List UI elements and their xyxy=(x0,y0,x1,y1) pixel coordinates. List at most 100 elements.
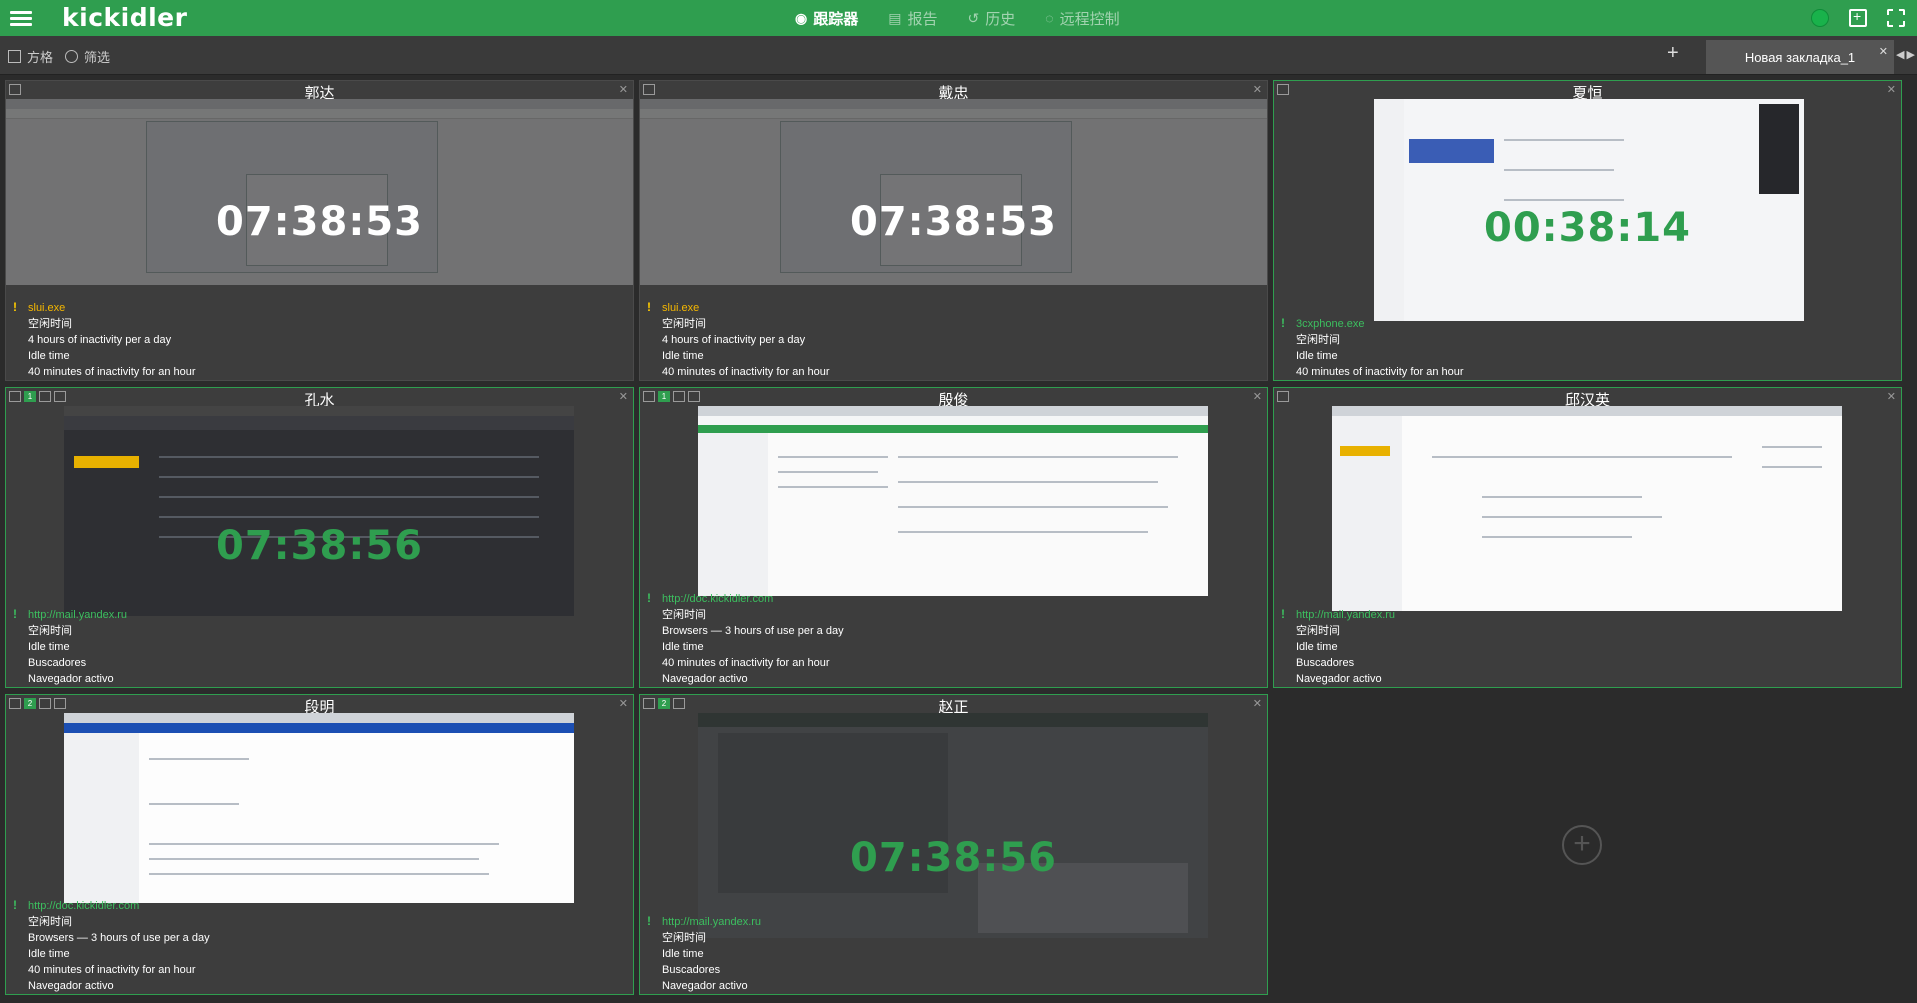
tab-label: Новая закладка_1 xyxy=(1744,49,1856,65)
info-line: 40 minutes of inactivity for an hour xyxy=(1296,366,1464,378)
activity-info: ! http://mail.yandex.ru 空闲时间 Idle time B… xyxy=(1274,607,1901,687)
tile-header: 郭达 ✕ xyxy=(6,81,633,102)
close-icon[interactable]: ✕ xyxy=(1887,83,1896,96)
nav-remote-control[interactable]: ◌ 远程控制 xyxy=(1045,8,1119,29)
info-line: 空闲时间 xyxy=(28,318,72,330)
close-icon[interactable]: ✕ xyxy=(1879,45,1888,58)
screen-thumbnail xyxy=(698,406,1208,596)
info-line: Browsers — 3 hours of use per a day xyxy=(28,932,210,944)
info-line: Buscadores xyxy=(662,964,721,976)
new-window-icon[interactable] xyxy=(1849,8,1867,27)
nav-tracker-label: 跟踪器 xyxy=(813,10,859,28)
info-line: Idle time xyxy=(1296,641,1338,653)
screen-thumbnail xyxy=(64,713,574,903)
eye-icon: ◉ xyxy=(795,9,808,26)
close-icon[interactable]: ✕ xyxy=(1887,390,1896,403)
session-time: 07:38:56 xyxy=(850,835,1057,881)
employee-tile[interactable]: 2 段明 ✕ ! http://doc.kickidler.com 空闲时间 B… xyxy=(5,694,634,995)
activity-info: ! slui.exe 空闲时间 4 hours of inactivity pe… xyxy=(640,300,1267,380)
info-line: Idle time xyxy=(662,948,704,960)
info-line: 4 hours of inactivity per a day xyxy=(662,334,806,346)
status-indicator xyxy=(1811,9,1829,27)
close-icon[interactable]: ✕ xyxy=(619,697,628,710)
info-line: Idle time xyxy=(28,350,70,362)
warning-icon: ! xyxy=(647,914,651,928)
tile-header: 夏恒 ✕ xyxy=(1274,81,1901,102)
info-line: 空闲时间 xyxy=(1296,334,1340,346)
info-line: Idle time xyxy=(28,641,70,653)
active-process: slui.exe xyxy=(28,302,66,314)
info-line: 空闲时间 xyxy=(662,932,706,944)
session-time: 00:38:14 xyxy=(1484,205,1691,251)
close-icon[interactable]: ✕ xyxy=(619,83,628,96)
info-line: 40 minutes of inactivity for an hour xyxy=(662,657,830,669)
nav-history-label: 历史 xyxy=(985,10,1016,28)
add-tab-button[interactable]: + xyxy=(1667,42,1679,65)
filter-button[interactable]: 筛选 xyxy=(65,47,110,66)
info-line: Idle time xyxy=(662,350,704,362)
employee-tile[interactable]: 2 赵正 ✕ 07:38:56 ! http://mail.yandex.ru … xyxy=(639,694,1268,995)
employee-tile[interactable]: 邱汉英 ✕ ! http://mail.yandex.ru 空闲时间 Idle … xyxy=(1273,387,1902,688)
employee-tile[interactable]: 1 殷俊 ✕ ! http://doc.kickidler.com 空闲时间 B… xyxy=(639,387,1268,688)
remote-control-icon: ◌ xyxy=(1045,10,1054,26)
employee-tile[interactable]: 郭达 ✕ 07:38:53 ! slui.exe 空闲时间 4 hours of… xyxy=(5,80,634,381)
activity-info: ! slui.exe 空闲时间 4 hours of inactivity pe… xyxy=(6,300,633,380)
warning-icon: ! xyxy=(1281,316,1285,330)
info-line: Browsers — 3 hours of use per a day xyxy=(662,625,844,637)
info-line: Navegador activo xyxy=(662,673,748,685)
active-process: 3cxphone.exe xyxy=(1296,318,1365,330)
nav-tracker[interactable]: ◉ 跟踪器 xyxy=(795,8,858,29)
info-line: 空闲时间 xyxy=(1296,625,1340,637)
tile-header: 戴忠 ✕ xyxy=(640,81,1267,102)
menu-icon[interactable] xyxy=(10,8,32,28)
info-line: Idle time xyxy=(28,948,70,960)
screen-thumbnail xyxy=(64,406,574,616)
info-line: 40 minutes of inactivity for an hour xyxy=(28,366,196,378)
active-process: http://doc.kickidler.com xyxy=(28,900,140,912)
active-process: http://mail.yandex.ru xyxy=(28,609,128,621)
tab-new-bookmark[interactable]: Новая закладка_1 ✕ xyxy=(1706,40,1894,74)
grid-label: 方格 xyxy=(27,50,54,65)
screen-thumbnail xyxy=(698,713,1208,938)
activity-info: ! http://mail.yandex.ru 空闲时间 Idle time B… xyxy=(6,607,633,687)
info-line: 空闲时间 xyxy=(28,916,72,928)
screen-thumbnail xyxy=(6,99,633,285)
fullscreen-icon[interactable] xyxy=(1887,9,1905,27)
employee-tile[interactable]: 夏恒 ✕ 00:38:14 ! 3cxphone.exe 空闲时间 Idle t… xyxy=(1273,80,1902,381)
nav-reports[interactable]: ▤ 报告 xyxy=(888,8,937,29)
warning-icon: ! xyxy=(647,300,651,314)
employee-tile[interactable]: 1 孔水 ✕ 07:38:56 ! http://mail.yandex.ru … xyxy=(5,387,634,688)
activity-info: ! http://mail.yandex.ru 空闲时间 Idle time B… xyxy=(640,914,1267,994)
active-process: http://mail.yandex.ru xyxy=(1296,609,1396,621)
add-employee-button[interactable]: + xyxy=(1562,825,1602,865)
info-line: Buscadores xyxy=(28,657,87,669)
tab-scroll-arrows[interactable]: ◀▶ xyxy=(1896,48,1917,61)
activity-info: ! http://doc.kickidler.com 空闲时间 Browsers… xyxy=(6,898,633,994)
screen-thumbnail xyxy=(1332,406,1842,611)
info-line: Idle time xyxy=(1296,350,1338,362)
close-icon[interactable]: ✕ xyxy=(1253,697,1262,710)
activity-info: ! http://doc.kickidler.com 空闲时间 Browsers… xyxy=(640,591,1267,687)
filter-icon xyxy=(65,50,78,63)
top-right-controls xyxy=(1811,0,1905,36)
info-line: 空闲时间 xyxy=(28,625,72,637)
tile-header: 2 段明 ✕ xyxy=(6,695,633,716)
info-line: 空闲时间 xyxy=(662,318,706,330)
info-line: 40 minutes of inactivity for an hour xyxy=(28,964,196,976)
nav-reports-label: 报告 xyxy=(907,10,938,28)
employee-tile[interactable]: 戴忠 ✕ 07:38:53 ! slui.exe 空闲时间 4 hours of… xyxy=(639,80,1268,381)
grid-button[interactable]: 方格 xyxy=(8,47,53,66)
nav-history[interactable]: ↺ 历史 xyxy=(967,8,1015,29)
info-line: Navegador activo xyxy=(28,673,114,685)
info-line: 4 hours of inactivity per a day xyxy=(28,334,172,346)
info-line: Navegador activo xyxy=(1296,673,1382,685)
close-icon[interactable]: ✕ xyxy=(1253,390,1262,403)
history-icon: ↺ xyxy=(967,9,980,26)
warning-icon: ! xyxy=(13,898,17,912)
close-icon[interactable]: ✕ xyxy=(1253,83,1262,96)
report-icon: ▤ xyxy=(888,9,902,26)
app-logo: kickidler xyxy=(62,3,188,32)
session-time: 07:38:53 xyxy=(850,199,1057,245)
close-icon[interactable]: ✕ xyxy=(619,390,628,403)
filter-label: 筛选 xyxy=(84,50,111,65)
